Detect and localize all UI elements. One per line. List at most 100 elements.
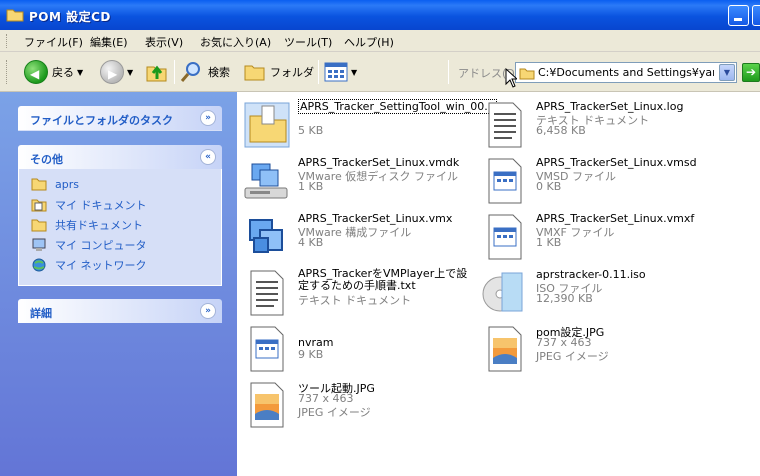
vmware-config-icon (249, 219, 283, 253)
task-pane: ファイルとフォルダのタスク » その他 « aprs マイ ドキュメント 共有ド… (0, 92, 237, 476)
menu-favorites[interactable]: お気に入り(A) (200, 34, 271, 50)
other-item-label: マイ コンピュータ (55, 239, 147, 252)
up-folder-button[interactable] (146, 59, 168, 85)
file-tasks-header[interactable]: ファイルとフォルダのタスク » (18, 106, 222, 130)
forward-button[interactable]: ▶ ▼ (100, 59, 133, 85)
menu-edit[interactable]: 編集(E) (90, 34, 128, 50)
file-size: 9 KB (298, 348, 324, 361)
jpeg-image-icon (488, 326, 522, 372)
vmware-disk-icon (244, 163, 288, 199)
other-item-my-computer[interactable]: マイ コンピュータ (31, 237, 147, 253)
my-network-icon (32, 258, 46, 272)
file-item[interactable]: APRS_TrackerSet_Linux.vmdk VMware 仮想ディスク… (242, 156, 480, 212)
other-item-my-documents[interactable]: マイ ドキュメント (31, 197, 147, 213)
file-item[interactable]: APRS_TrackerをVMPlayer上で設定するための手順書.txt テキ… (242, 268, 480, 324)
file-size: 4 KB (298, 236, 324, 249)
file-item[interactable]: APRS_Tracker_SettingTool_win_00... 5 KB (242, 99, 497, 156)
toolbar-grip (6, 60, 9, 84)
toolbar-separator (174, 60, 175, 84)
other-item-label: 共有ドキュメント (55, 219, 143, 232)
folders-icon (244, 65, 265, 81)
other-item-my-network[interactable]: マイ ネットワーク (31, 257, 147, 273)
details-title: 詳細 (30, 307, 52, 320)
other-item-label: マイ ドキュメント (55, 199, 147, 212)
search-icon (180, 62, 200, 82)
file-name: APRS_Tracker_SettingTool_win_00... (298, 99, 497, 114)
file-tasks-body (18, 130, 222, 131)
go-arrow-icon: ➔ (745, 65, 757, 79)
menu-help[interactable]: ヘルプ(H) (344, 34, 394, 50)
file-item[interactable]: APRS_TrackerSet_Linux.vmx VMware 構成ファイル … (242, 212, 480, 268)
mouse-cursor-icon (505, 68, 517, 88)
views-button[interactable]: ▼ (324, 59, 357, 85)
forward-dropdown-icon[interactable]: ▼ (127, 68, 133, 77)
file-type: テキスト ドキュメント (298, 294, 412, 307)
file-item[interactable]: APRS_TrackerSet_Linux.vmxf VMXF ファイル 1 K… (480, 212, 718, 268)
back-label: 戻る (52, 66, 74, 79)
search-button[interactable]: 検索 (180, 59, 230, 85)
maximize-button[interactable] (752, 5, 760, 26)
file-size: 0 KB (536, 180, 562, 193)
file-name: APRS_TrackerをVMPlayer上で設定するための手順書.txt (298, 267, 468, 292)
file-list-view: APRS_Tracker_SettingTool_win_00... 5 KB … (237, 92, 760, 476)
file-type: JPEG イメージ (298, 406, 371, 419)
file-size: 12,390 KB (536, 292, 593, 305)
folder-icon (31, 178, 47, 191)
window-title: POM 設定CD (29, 10, 111, 24)
my-documents-icon (31, 199, 47, 212)
title-bar: POM 設定CD (0, 0, 760, 30)
up-folder-icon (146, 65, 167, 82)
back-button[interactable]: ◀ 戻る ▼ (24, 59, 83, 85)
menu-tools[interactable]: ツール(T) (284, 34, 332, 50)
details-header[interactable]: 詳細 » (18, 299, 222, 323)
file-size: 1 KB (298, 180, 324, 193)
address-text[interactable]: C:¥Documents and Settings¥yama¥ (538, 66, 714, 79)
other-places-title: その他 (30, 153, 63, 166)
collapse-chevron-icon[interactable]: « (200, 149, 216, 165)
jpeg-image-icon (250, 382, 284, 428)
address-field[interactable]: C:¥Documents and Settings¥yama¥ ▼ (515, 62, 737, 83)
file-item[interactable]: APRS_TrackerSet_Linux.vmsd VMSD ファイル 0 K… (480, 156, 718, 212)
search-label: 検索 (208, 66, 230, 79)
expand-chevron-icon[interactable]: » (200, 110, 216, 126)
other-places-header[interactable]: その他 « (18, 145, 222, 169)
menu-bar: ファイル(F) 編集(E) 表示(V) お気に入り(A) ツール(T) ヘルプ(… (0, 30, 760, 52)
other-item-label: aprs (55, 177, 79, 191)
file-item[interactable]: aprstracker-0.11.iso ISO ファイル 12,390 KB (480, 268, 718, 324)
address-dropdown-icon[interactable]: ▼ (719, 64, 735, 81)
menu-grip (6, 34, 9, 48)
text-document-icon (250, 270, 284, 316)
menu-file[interactable]: ファイル(F) (24, 34, 83, 50)
toolbar-separator (318, 60, 319, 84)
generic-file-icon (488, 214, 522, 260)
zip-folder-icon (244, 102, 290, 148)
back-dropdown-icon[interactable]: ▼ (77, 68, 83, 77)
go-button[interactable]: ➔ (742, 63, 760, 82)
minimize-button[interactable] (728, 5, 749, 26)
generic-file-icon (488, 158, 522, 204)
other-item-shared-documents[interactable]: 共有ドキュメント (31, 217, 143, 233)
file-item[interactable]: APRS_TrackerSet_Linux.log テキスト ドキュメント 6,… (480, 100, 718, 156)
views-dropdown-icon[interactable]: ▼ (351, 68, 357, 77)
file-size: 1 KB (536, 236, 562, 249)
back-arrow-icon: ◀ (24, 60, 48, 84)
file-item[interactable]: ツール起動.JPG 737 x 463 JPEG イメージ (242, 380, 480, 436)
other-item-aprs[interactable]: aprs (31, 177, 79, 191)
shared-folder-icon (31, 219, 47, 232)
file-type: JPEG イメージ (536, 350, 609, 363)
folders-label: フォルダ (270, 66, 314, 79)
file-item[interactable]: nvram 9 KB (242, 324, 480, 380)
forward-arrow-icon: ▶ (100, 60, 124, 84)
file-item[interactable]: pom設定.JPG 737 x 463 JPEG イメージ (480, 324, 718, 380)
iso-disc-icon (482, 272, 523, 312)
generic-file-icon (250, 326, 284, 372)
file-size: 5 KB (298, 124, 324, 137)
views-icon (324, 62, 348, 82)
other-item-label: マイ ネットワーク (55, 259, 147, 272)
my-computer-icon (32, 238, 46, 251)
expand-chevron-icon[interactable]: » (200, 303, 216, 319)
toolbar-separator (448, 60, 449, 84)
other-places-body: aprs マイ ドキュメント 共有ドキュメント マイ コンピュータ マイ ネット… (18, 169, 222, 286)
folders-button[interactable]: フォルダ (244, 59, 314, 85)
menu-view[interactable]: 表示(V) (145, 34, 183, 50)
